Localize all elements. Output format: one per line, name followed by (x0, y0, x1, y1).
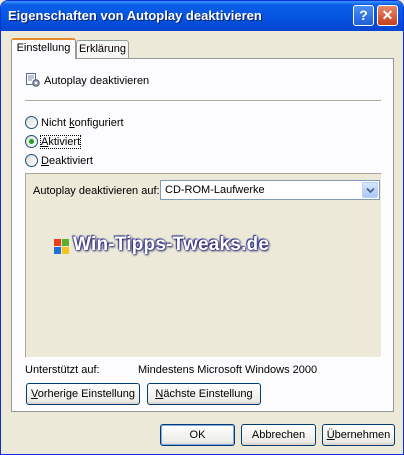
options-panel (25, 173, 382, 358)
title-bar[interactable]: Eigenschaften von Autoplay deaktivieren … (1, 1, 403, 31)
radio-deaktiviert[interactable] (25, 154, 38, 167)
policy-setting-icon (26, 73, 40, 87)
supported-label: Unterstützt auf: (25, 364, 100, 376)
previous-setting-button[interactable]: Vorherige Einstellung (26, 383, 140, 405)
policy-name: Autoplay deaktivieren (44, 75, 150, 87)
next-setting-button[interactable]: Nächste Einstellung (147, 383, 261, 405)
close-button[interactable]: ✕ (377, 5, 398, 26)
drive-type-value: CD-ROM-Laufwerke (165, 184, 265, 196)
drive-type-select[interactable]: CD-ROM-Laufwerke (160, 180, 380, 200)
chevron-down-icon (366, 187, 375, 194)
cancel-button[interactable]: Abbrechen (241, 424, 316, 446)
watermark-text: Win-Tipps-Tweaks.de (73, 234, 270, 255)
help-button[interactable]: ? (353, 5, 374, 26)
supported-value: Mindestens Microsoft Windows 2000 (138, 364, 318, 376)
radio-nicht-konfiguriert[interactable] (25, 116, 38, 129)
dialog-window: Eigenschaften von Autoplay deaktivieren … (0, 0, 404, 455)
apply-button[interactable]: Übernehmen (322, 424, 395, 446)
separator (25, 100, 381, 102)
radio-label-deaktiviert[interactable]: Deaktiviert (41, 155, 93, 167)
options-label: Autoplay deaktivieren auf: (33, 185, 160, 197)
window-title: Eigenschaften von Autoplay deaktivieren (8, 8, 262, 23)
tab-einstellung[interactable]: Einstellung (11, 38, 76, 59)
radio-label-nicht-konfiguriert[interactable]: Nicht konfiguriert (41, 117, 124, 129)
ok-button[interactable]: OK (160, 424, 235, 446)
dropdown-button[interactable] (362, 182, 378, 198)
radio-aktiviert[interactable] (25, 135, 38, 148)
tab-erklaerung[interactable]: Erklärung (76, 40, 129, 58)
windows-logo-icon (54, 239, 69, 254)
radio-label-aktiviert[interactable]: Aktiviert (39, 135, 82, 149)
